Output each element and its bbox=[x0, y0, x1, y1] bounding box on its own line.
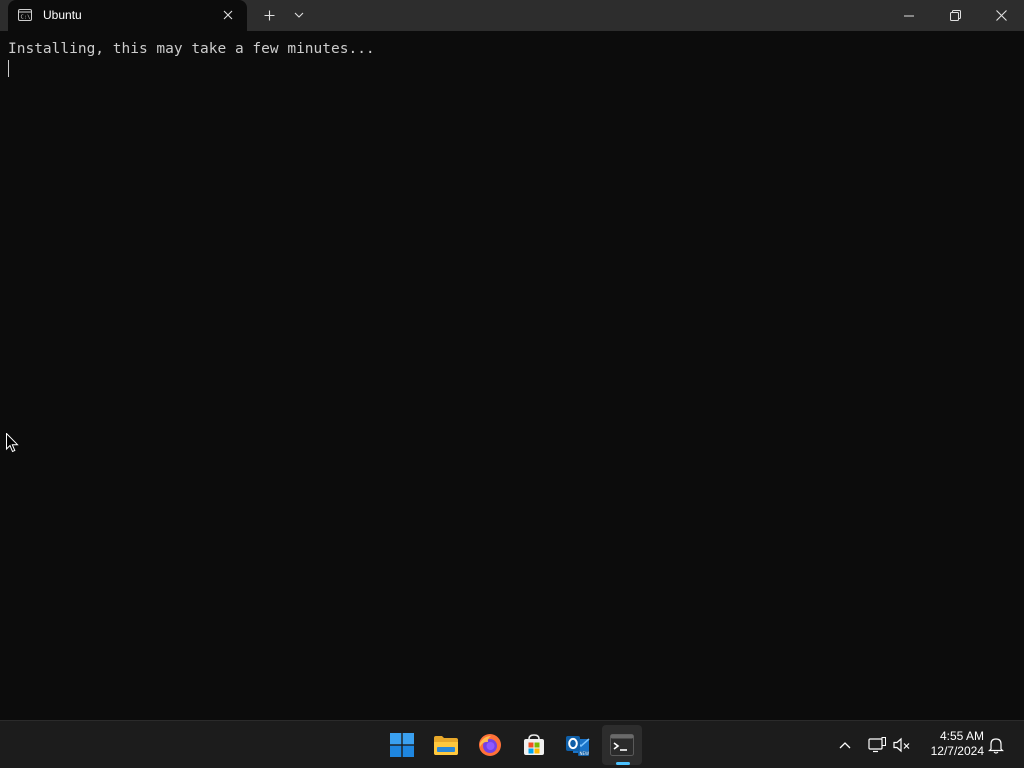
notification-bell-icon bbox=[988, 737, 1004, 754]
mouse-pointer-icon bbox=[6, 433, 19, 453]
restore-icon bbox=[949, 10, 961, 21]
chevron-down-icon bbox=[294, 12, 304, 18]
start-button[interactable] bbox=[382, 725, 422, 765]
terminal-tab-icon: C:\ bbox=[18, 8, 32, 22]
tab-title: Ubuntu bbox=[43, 8, 82, 22]
maximize-button[interactable] bbox=[932, 0, 978, 31]
store-icon bbox=[524, 734, 544, 755]
text-cursor bbox=[8, 60, 9, 77]
network-status-button[interactable] bbox=[866, 733, 888, 757]
taskbar-file-explorer[interactable] bbox=[426, 725, 466, 765]
outlook-icon: NEW bbox=[566, 736, 590, 756]
close-icon bbox=[223, 10, 233, 20]
clock-time: 4:55 AM bbox=[939, 729, 984, 743]
volume-muted-icon bbox=[893, 737, 910, 753]
taskbar-outlook[interactable]: NEW bbox=[558, 725, 598, 765]
notifications-button[interactable] bbox=[985, 733, 1007, 757]
terminal-icon bbox=[610, 734, 634, 756]
taskbar-terminal[interactable] bbox=[602, 725, 642, 765]
new-tab-button[interactable] bbox=[258, 4, 280, 26]
minimize-icon bbox=[904, 15, 914, 16]
clock-date: 12/7/2024 bbox=[930, 744, 984, 758]
svg-text:C:\: C:\ bbox=[21, 15, 31, 21]
terminal-output-line: Installing, this may take a few minutes.… bbox=[8, 41, 375, 57]
network-icon bbox=[868, 737, 886, 753]
volume-button[interactable] bbox=[891, 733, 913, 757]
terminal-area[interactable]: Installing, this may take a few minutes.… bbox=[0, 31, 1024, 720]
tab-dropdown-button[interactable] bbox=[288, 4, 310, 26]
taskbar-firefox[interactable] bbox=[470, 725, 510, 765]
firefox-icon bbox=[479, 734, 501, 756]
tab-ubuntu[interactable]: C:\ Ubuntu bbox=[8, 0, 247, 31]
taskbar: NEW 4:55 AM 12/7/2024 bbox=[0, 720, 1024, 768]
taskbar-microsoft-store[interactable] bbox=[514, 725, 554, 765]
file-explorer-icon bbox=[434, 736, 458, 755]
svg-text:NEW: NEW bbox=[580, 751, 590, 756]
chevron-up-icon bbox=[839, 742, 851, 749]
plus-icon bbox=[264, 10, 274, 20]
title-bar: C:\ Ubuntu bbox=[0, 0, 1024, 31]
minimize-button[interactable] bbox=[886, 0, 932, 31]
close-window-button[interactable] bbox=[978, 0, 1024, 31]
windows-start-icon bbox=[390, 733, 414, 757]
show-hidden-icons-button[interactable] bbox=[834, 733, 856, 757]
close-icon bbox=[995, 10, 1007, 21]
active-app-indicator bbox=[616, 762, 630, 765]
system-clock[interactable]: 4:55 AM 12/7/2024 bbox=[918, 729, 984, 759]
tab-close-button[interactable] bbox=[217, 4, 239, 26]
